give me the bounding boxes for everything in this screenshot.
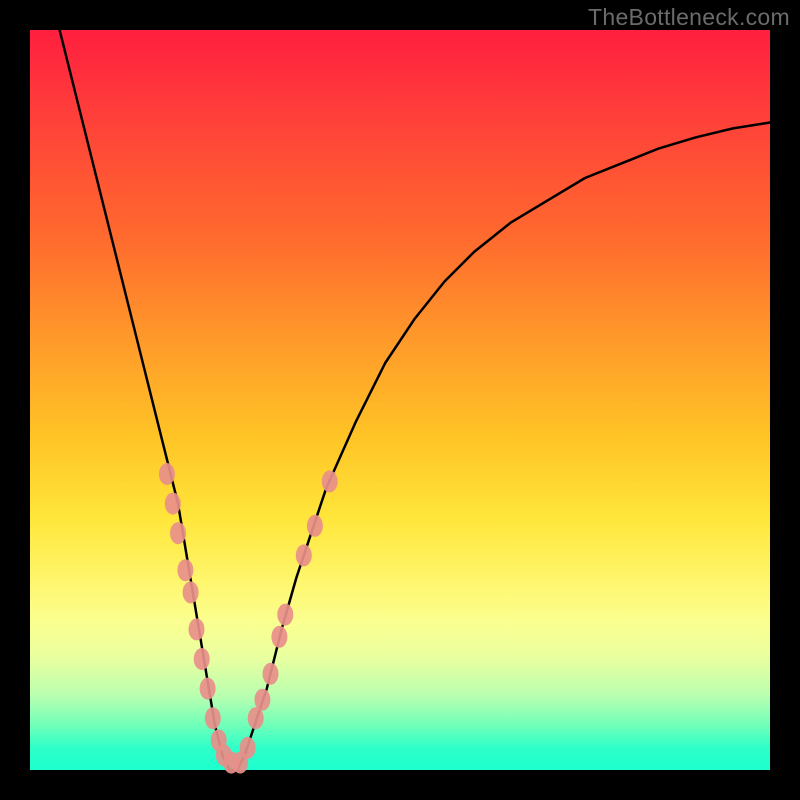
- marker-group: [159, 463, 338, 774]
- curve-marker: [263, 663, 279, 685]
- curve-marker: [205, 707, 221, 729]
- watermark-text: TheBottleneck.com: [588, 4, 790, 31]
- curve-marker: [322, 470, 338, 492]
- curve-marker: [307, 515, 323, 537]
- curve-marker: [194, 648, 210, 670]
- curve-marker: [277, 604, 293, 626]
- curve-svg: [30, 30, 770, 770]
- curve-marker: [271, 626, 287, 648]
- curve-marker: [165, 493, 181, 515]
- curve-marker: [183, 581, 199, 603]
- curve-marker: [170, 522, 186, 544]
- bottleneck-curve: [60, 30, 770, 770]
- curve-marker: [296, 544, 312, 566]
- curve-marker: [159, 463, 175, 485]
- chart-container: TheBottleneck.com: [0, 0, 800, 800]
- curve-marker: [189, 618, 205, 640]
- plot-area: [30, 30, 770, 770]
- curve-marker: [177, 559, 193, 581]
- curve-marker: [240, 737, 256, 759]
- curve-marker: [254, 689, 270, 711]
- curve-marker: [200, 678, 216, 700]
